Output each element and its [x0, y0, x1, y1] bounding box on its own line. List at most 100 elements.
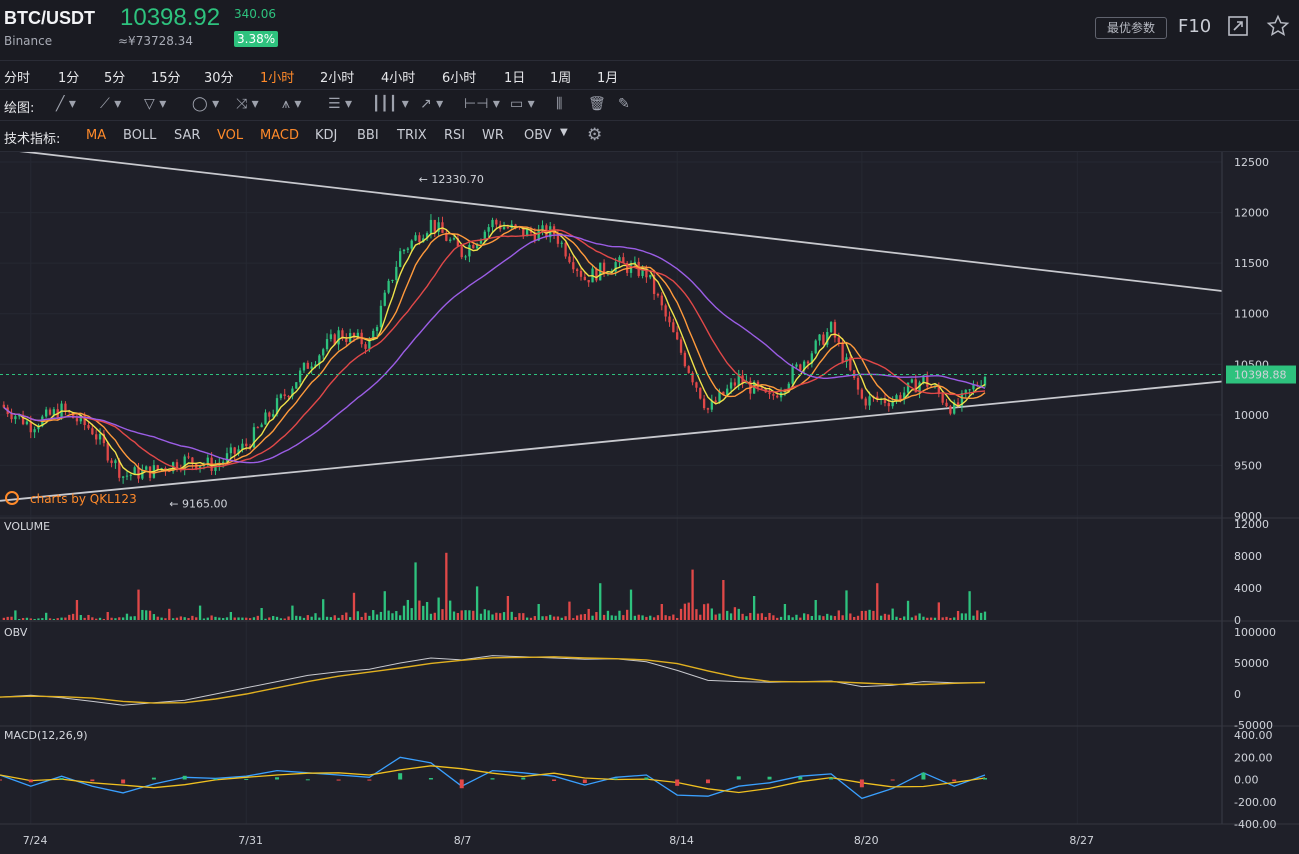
pattern-tool-icon[interactable]: ⩚ ▾ [282, 96, 301, 112]
candle-body [91, 428, 94, 435]
volume-bar [268, 617, 271, 620]
ind-boll[interactable]: BOLL [123, 128, 156, 143]
volume-bar [449, 600, 452, 620]
volume-bar [829, 615, 833, 620]
candle-body [949, 406, 952, 414]
candle-body [287, 395, 290, 397]
candle-body [583, 276, 586, 280]
volume-bar [756, 613, 760, 620]
macd-histogram-bar [890, 779, 895, 781]
best-params-button[interactable]: 最优参数 [1095, 17, 1167, 39]
fib-tool-icon[interactable]: ☰ ▾ [328, 96, 352, 112]
candle-body [664, 305, 667, 317]
fullscreen-icon[interactable] [1226, 14, 1250, 38]
obv-tick-label: 0 [1234, 688, 1241, 701]
volume-bar [622, 615, 625, 620]
volume-bar [433, 612, 436, 620]
ind-obv[interactable]: OBV [524, 128, 552, 143]
arrow-tool-icon[interactable]: ↗ ▾ [420, 96, 443, 112]
tf-1m[interactable]: 1分 [58, 67, 79, 86]
volume-bar [906, 600, 910, 620]
trash-icon[interactable]: 🗑︎ [588, 96, 606, 112]
bars-tool-icon[interactable]: ⫼ [556, 96, 562, 112]
macd-histogram-bar [90, 779, 95, 782]
tf-30m[interactable]: 30分 [204, 67, 234, 86]
brush-icon[interactable]: ✎ [618, 96, 630, 112]
volume-bar [287, 616, 290, 620]
macd-tick-label: 0.00 [1234, 774, 1259, 787]
gear-icon[interactable]: ⚙ [587, 125, 602, 145]
macd-histogram-bar [644, 777, 649, 780]
tf-1h[interactable]: 1小时 [260, 67, 294, 86]
candle-body [64, 403, 67, 411]
volume-bar [868, 609, 871, 620]
date-tick-label: 7/24 [23, 834, 48, 847]
candle-body [460, 246, 463, 258]
volume-bar [460, 610, 463, 620]
measure-tool-icon[interactable]: ⊢⊣ ▾ [464, 96, 500, 112]
volume-bar [614, 615, 617, 620]
line-tool-icon[interactable]: ╱ ▾ [56, 96, 76, 112]
channel-tool-icon[interactable]: ▽ ▾ [144, 96, 166, 112]
candle-body [283, 394, 286, 396]
price-tick-label: 12000 [1234, 207, 1269, 220]
macd-histogram-bar [367, 779, 372, 781]
candle-body [345, 338, 348, 342]
tf-1mo[interactable]: 1月 [597, 67, 618, 86]
volume-bar [202, 618, 206, 620]
f10-button[interactable]: F10 [1178, 16, 1211, 37]
ind-ma[interactable]: MA [86, 128, 106, 143]
volume-bar [375, 614, 379, 620]
volume-bar [121, 617, 125, 620]
volume-bar [810, 615, 814, 620]
path-tool-icon[interactable]: ⤨ ▾ [236, 96, 259, 112]
volume-bar [629, 589, 633, 620]
candle-body [110, 460, 113, 464]
macd-histogram-bar [798, 776, 803, 780]
tf-2h[interactable]: 2小时 [320, 67, 354, 86]
tf-1w[interactable]: 1周 [550, 67, 571, 86]
volume-bar [129, 616, 132, 620]
ind-vol[interactable]: VOL [217, 128, 243, 143]
volume-bar [483, 609, 486, 620]
volume-bar [368, 615, 371, 620]
date-tick-label: 8/27 [1069, 834, 1094, 847]
shape-tool-icon[interactable]: ◯ ▾ [192, 96, 219, 112]
tf-4h[interactable]: 4小时 [381, 67, 415, 86]
chevron-down-icon[interactable]: ▼ [560, 127, 568, 138]
tf-5m[interactable]: 5分 [104, 67, 125, 86]
tf-fenshi[interactable]: 分时 [4, 67, 30, 86]
volume-bar [83, 617, 86, 620]
volume-bar [876, 583, 879, 620]
volume-bar [387, 610, 390, 620]
volume-bar [325, 616, 329, 620]
tf-1d[interactable]: 1日 [504, 67, 525, 86]
volume-bar [206, 617, 209, 620]
volume-bar [198, 605, 202, 620]
volume-bar [52, 618, 56, 620]
macd-histogram-bar [521, 777, 526, 780]
ray-tool-icon[interactable]: ⟋ ▾ [100, 96, 121, 112]
candle-body [337, 330, 340, 345]
tf-6h[interactable]: 6小时 [442, 67, 476, 86]
ind-wr[interactable]: WR [482, 128, 504, 143]
macd-histogram-bar [613, 778, 618, 780]
ind-rsi[interactable]: RSI [444, 128, 465, 143]
volume-bar [145, 610, 148, 620]
chart-canvas[interactable]: 125001200011500110001050010000950090007/… [0, 152, 1299, 854]
volume-bar [937, 602, 940, 620]
ind-bbi[interactable]: BBI [357, 128, 379, 143]
tf-15m[interactable]: 15分 [151, 67, 181, 86]
volume-bar [656, 615, 660, 620]
ind-sar[interactable]: SAR [174, 128, 200, 143]
obv-tick-label: 100000 [1234, 626, 1276, 639]
ind-kdj[interactable]: KDJ [315, 128, 337, 143]
ind-macd[interactable]: MACD [260, 128, 299, 143]
star-icon[interactable] [1266, 14, 1290, 38]
note-tool-icon[interactable]: ▭ ▾ [510, 96, 535, 112]
volume-bar [695, 609, 698, 620]
gann-tool-icon[interactable]: ┃┃┃ ▾ [372, 96, 409, 112]
ind-trix[interactable]: TRIX [397, 128, 427, 143]
volume-bar [972, 615, 975, 620]
volume-bar [595, 612, 598, 620]
